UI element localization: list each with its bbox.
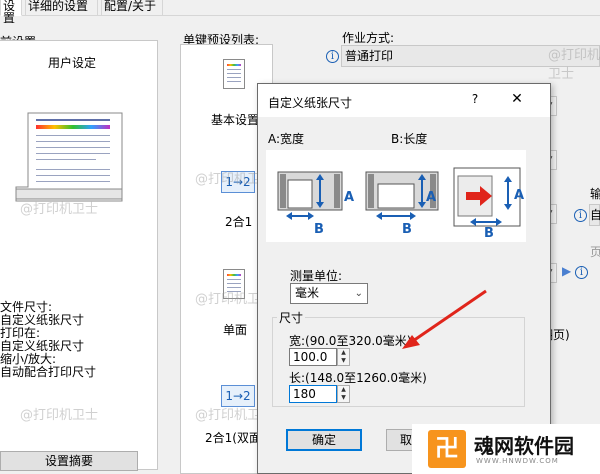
output-select[interactable]: 自 bbox=[589, 204, 600, 226]
dimension-letter: B bbox=[314, 222, 324, 237]
dimension-letter: B bbox=[402, 222, 412, 237]
width-header: A:宽度 bbox=[268, 132, 305, 146]
page-label-fragment: 页 bbox=[590, 245, 600, 259]
dialog-titlebar: 自定义纸张尺寸 ? ✕ bbox=[258, 84, 550, 117]
info-icon[interactable]: i bbox=[575, 266, 588, 279]
watermark: @打印机卫士 bbox=[20, 408, 99, 423]
ok-button[interactable]: 确定 bbox=[286, 429, 362, 451]
logo-name: 魂网软件园 bbox=[474, 434, 574, 458]
preset-item-label: 基本设置 bbox=[211, 113, 260, 127]
spin-up-icon[interactable]: ▲ bbox=[338, 386, 349, 394]
play-arrow-icon[interactable]: ▶ bbox=[562, 264, 571, 278]
annotation-arrow bbox=[402, 289, 487, 349]
info-icon[interactable]: i bbox=[574, 209, 587, 222]
info-icon[interactable]: i bbox=[326, 50, 339, 63]
spin-down-icon[interactable]: ▼ bbox=[338, 357, 349, 365]
unit-select-value: 毫米 bbox=[295, 286, 320, 300]
dimension-letter: B bbox=[484, 226, 494, 241]
spin-down-icon[interactable]: ▼ bbox=[338, 394, 349, 402]
logo-url: WWW.HNWDW.COM bbox=[476, 457, 559, 465]
job-type-label: 作业方式: bbox=[342, 31, 395, 45]
custom-paper-size-dialog: 自定义纸张尺寸 ? ✕ A:宽度 B:长度 A B A B A B 测量单位: … bbox=[257, 83, 551, 474]
chevron-down-icon: ⌄ bbox=[354, 288, 363, 299]
length-spinner[interactable]: ▲ ▼ bbox=[337, 385, 350, 403]
dimension-letter: A bbox=[344, 190, 355, 205]
width-input[interactable]: 100.0 bbox=[289, 348, 337, 366]
output-label-fragment: 输 bbox=[590, 187, 600, 201]
settings-summary-button[interactable]: 设置摘要 bbox=[0, 451, 138, 471]
close-button[interactable]: ✕ bbox=[502, 91, 532, 107]
orientation-illustration: A B A B A B bbox=[266, 150, 526, 242]
logo-mark-icon: 卍 bbox=[428, 430, 466, 468]
preset-item-label: 单面 bbox=[223, 323, 248, 337]
dimension-letter: A bbox=[426, 190, 437, 205]
size-group-label: 尺寸 bbox=[277, 309, 306, 326]
preset-item-label: 2合1(双面 bbox=[205, 431, 261, 445]
preset-item-label: 2合1 bbox=[225, 215, 253, 229]
document-icon bbox=[223, 59, 245, 89]
length-header: B:长度 bbox=[391, 132, 428, 146]
tab-advanced[interactable]: 详细的设置 bbox=[25, 0, 98, 16]
length-range-label: 长:(148.0至1260.0毫米) bbox=[289, 371, 427, 385]
unit-select[interactable]: 毫米 ⌄ bbox=[290, 283, 368, 304]
tab-config-about[interactable]: 配置/关于 bbox=[101, 0, 163, 16]
watermark: @打印机卫士 bbox=[20, 202, 99, 217]
length-input[interactable]: 180 bbox=[289, 385, 337, 403]
dimension-letter: A bbox=[514, 188, 525, 203]
site-logo: 卍 魂网软件园 WWW.HNWDW.COM bbox=[412, 424, 600, 474]
width-spinner[interactable]: ▲ ▼ bbox=[337, 348, 350, 366]
spin-up-icon[interactable]: ▲ bbox=[338, 349, 349, 357]
help-button[interactable]: ? bbox=[467, 92, 483, 106]
watermark: @打印机卫士 bbox=[548, 48, 600, 82]
unit-label: 测量单位: bbox=[290, 269, 343, 283]
paper-preview-image bbox=[14, 111, 123, 207]
tab-strip: 设置 详细的设置 配置/关于 bbox=[0, 0, 600, 24]
dialog-title: 自定义纸张尺寸 bbox=[268, 96, 353, 110]
zoom-value: 自动配合打印尺寸 bbox=[0, 365, 97, 379]
user-setting-label: 用户设定 bbox=[48, 56, 97, 70]
tab-basic[interactable]: 设置 bbox=[0, 0, 22, 24]
